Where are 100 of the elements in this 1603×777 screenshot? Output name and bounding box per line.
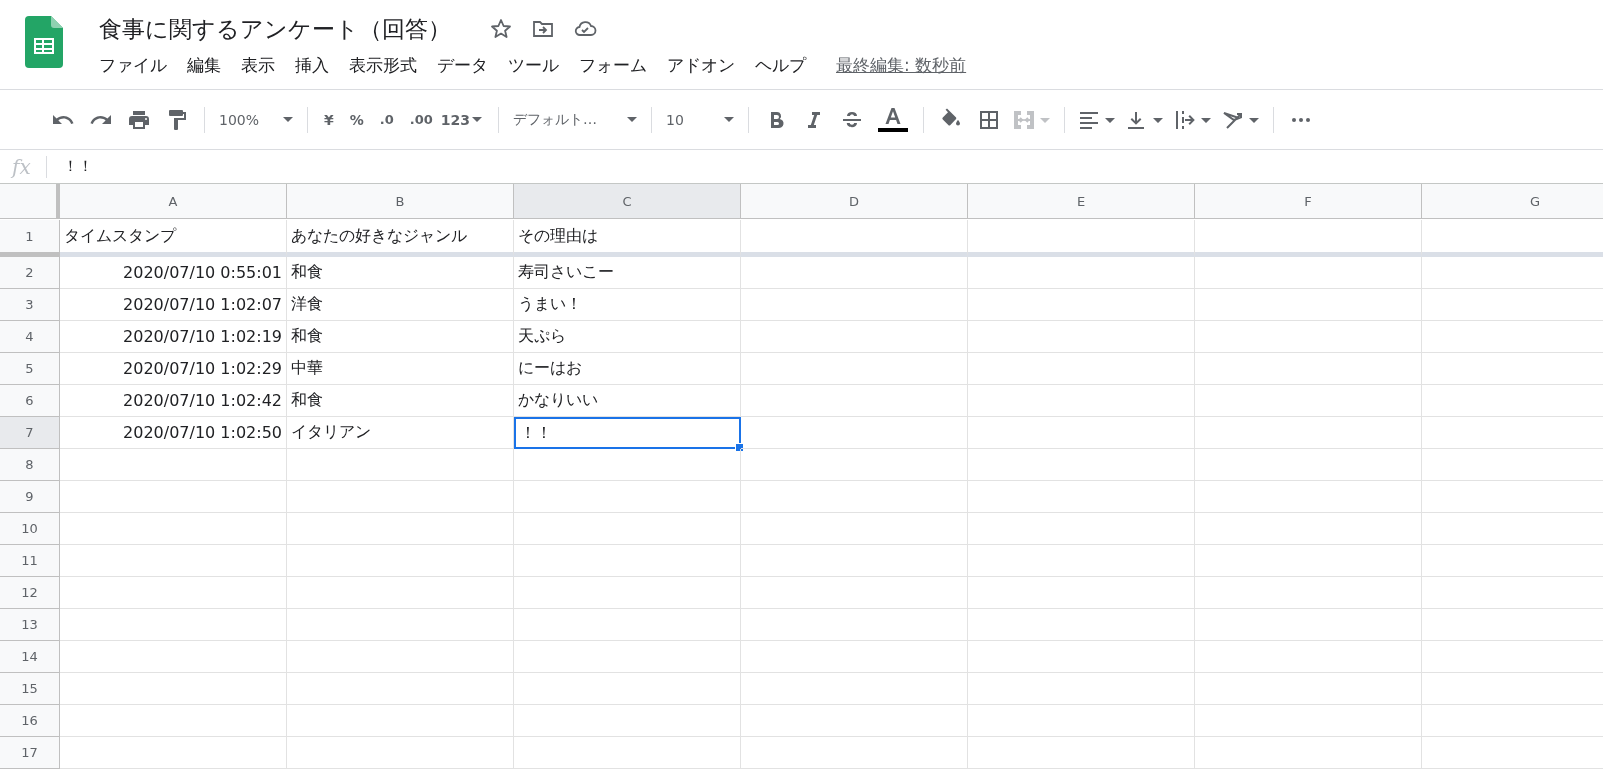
empty-cell[interactable] xyxy=(968,513,1195,545)
currency-format-button[interactable]: ¥ xyxy=(324,111,334,128)
empty-cell[interactable] xyxy=(514,609,741,641)
column-header[interactable]: C xyxy=(514,184,741,219)
empty-cell[interactable] xyxy=(741,673,968,705)
formula-input[interactable]: ！！ xyxy=(63,157,93,176)
table-cell[interactable]: 和食 xyxy=(287,257,514,289)
table-cell[interactable]: あなたの好きなジャンル xyxy=(287,220,514,257)
table-cell[interactable]: 2020/07/10 1:02:50 xyxy=(60,417,287,449)
empty-cell[interactable] xyxy=(1195,577,1422,609)
empty-cell[interactable] xyxy=(287,449,514,481)
empty-cell[interactable] xyxy=(968,449,1195,481)
empty-cell[interactable] xyxy=(1195,289,1422,321)
table-cell[interactable]: にーはお xyxy=(514,353,741,385)
empty-cell[interactable] xyxy=(287,577,514,609)
empty-cell[interactable] xyxy=(1195,481,1422,513)
empty-cell[interactable] xyxy=(741,321,968,353)
empty-cell[interactable] xyxy=(1195,353,1422,385)
table-cell[interactable]: イタリアン xyxy=(287,417,514,449)
column-header[interactable]: G xyxy=(1422,184,1603,219)
table-cell[interactable]: ！！ xyxy=(514,417,741,449)
increase-decimal-button[interactable]: .00 xyxy=(409,112,433,127)
table-cell[interactable]: 天ぷら xyxy=(514,321,741,353)
row-header[interactable]: 14 xyxy=(0,641,60,673)
column-header[interactable]: A xyxy=(60,184,287,219)
row-header[interactable]: 7 xyxy=(0,417,60,449)
empty-cell[interactable] xyxy=(1195,449,1422,481)
empty-cell[interactable] xyxy=(514,577,741,609)
empty-cell[interactable] xyxy=(968,705,1195,737)
column-header[interactable]: E xyxy=(968,184,1195,219)
row-header[interactable]: 6 xyxy=(0,385,60,417)
empty-cell[interactable] xyxy=(741,481,968,513)
empty-cell[interactable] xyxy=(1195,321,1422,353)
zoom-dropdown[interactable]: 100% xyxy=(213,107,299,132)
table-cell[interactable]: 2020/07/10 0:55:01 xyxy=(60,257,287,289)
empty-cell[interactable] xyxy=(514,641,741,673)
empty-cell[interactable] xyxy=(287,673,514,705)
empty-cell[interactable] xyxy=(1195,385,1422,417)
empty-cell[interactable] xyxy=(1195,545,1422,577)
empty-cell[interactable] xyxy=(1195,673,1422,705)
table-cell[interactable]: 2020/07/10 1:02:42 xyxy=(60,385,287,417)
star-icon[interactable] xyxy=(489,17,513,41)
empty-cell[interactable] xyxy=(968,737,1195,769)
table-cell[interactable]: 和食 xyxy=(287,321,514,353)
empty-cell[interactable] xyxy=(741,385,968,417)
empty-cell[interactable] xyxy=(514,449,741,481)
menu-item[interactable]: データ xyxy=(437,52,494,79)
menu-item[interactable]: ファイル xyxy=(99,52,173,79)
empty-cell[interactable] xyxy=(741,705,968,737)
menu-item[interactable]: ヘルプ xyxy=(755,52,812,79)
empty-cell[interactable] xyxy=(968,220,1195,257)
menu-item[interactable]: 編集 xyxy=(187,52,227,79)
empty-cell[interactable] xyxy=(741,289,968,321)
empty-cell[interactable] xyxy=(1195,220,1422,257)
menu-item[interactable]: 表示 xyxy=(241,52,281,79)
empty-cell[interactable] xyxy=(741,417,968,449)
empty-cell[interactable] xyxy=(741,545,968,577)
menu-item[interactable]: アドオン xyxy=(667,52,741,79)
empty-cell[interactable] xyxy=(968,385,1195,417)
empty-cell[interactable] xyxy=(968,257,1195,289)
empty-cell[interactable] xyxy=(1195,257,1422,289)
menu-item[interactable]: ツール xyxy=(508,52,565,79)
empty-cell[interactable] xyxy=(1195,641,1422,673)
column-header[interactable]: B xyxy=(287,184,514,219)
empty-cell[interactable] xyxy=(514,673,741,705)
empty-cell[interactable] xyxy=(968,321,1195,353)
empty-cell[interactable] xyxy=(968,609,1195,641)
empty-cell[interactable] xyxy=(968,353,1195,385)
spreadsheet-logo-icon[interactable] xyxy=(25,16,63,68)
last-edit-link[interactable]: 最終編集: 数秒前 xyxy=(836,54,967,77)
empty-cell[interactable] xyxy=(287,705,514,737)
row-header[interactable]: 17 xyxy=(0,737,60,769)
empty-cell[interactable] xyxy=(968,417,1195,449)
table-cell[interactable]: 2020/07/10 1:02:07 xyxy=(60,289,287,321)
table-cell[interactable]: 洋食 xyxy=(287,289,514,321)
menu-item[interactable]: 表示形式 xyxy=(349,52,423,79)
font-dropdown[interactable]: デフォルト… xyxy=(507,106,644,133)
row-header[interactable]: 15 xyxy=(0,673,60,705)
column-header[interactable]: D xyxy=(741,184,968,219)
table-cell[interactable]: その理由は xyxy=(514,220,741,257)
table-cell[interactable]: 2020/07/10 1:02:29 xyxy=(60,353,287,385)
empty-cell[interactable] xyxy=(741,513,968,545)
row-header[interactable]: 3 xyxy=(0,289,60,321)
empty-cell[interactable] xyxy=(968,577,1195,609)
empty-cell[interactable] xyxy=(514,513,741,545)
empty-cell[interactable] xyxy=(1195,609,1422,641)
empty-cell[interactable] xyxy=(741,257,968,289)
row-header[interactable]: 8 xyxy=(0,449,60,481)
empty-cell[interactable] xyxy=(514,737,741,769)
font-size-dropdown[interactable]: 10 xyxy=(660,107,741,132)
empty-cell[interactable] xyxy=(741,737,968,769)
table-cell[interactable]: 寿司さいこー xyxy=(514,257,741,289)
empty-cell[interactable] xyxy=(741,609,968,641)
decrease-decimal-button[interactable]: .0 xyxy=(379,112,394,127)
row-header[interactable]: 10 xyxy=(0,513,60,545)
empty-cell[interactable] xyxy=(287,609,514,641)
empty-cell[interactable] xyxy=(968,481,1195,513)
empty-cell[interactable] xyxy=(287,481,514,513)
empty-cell[interactable] xyxy=(287,545,514,577)
empty-cell[interactable] xyxy=(287,641,514,673)
